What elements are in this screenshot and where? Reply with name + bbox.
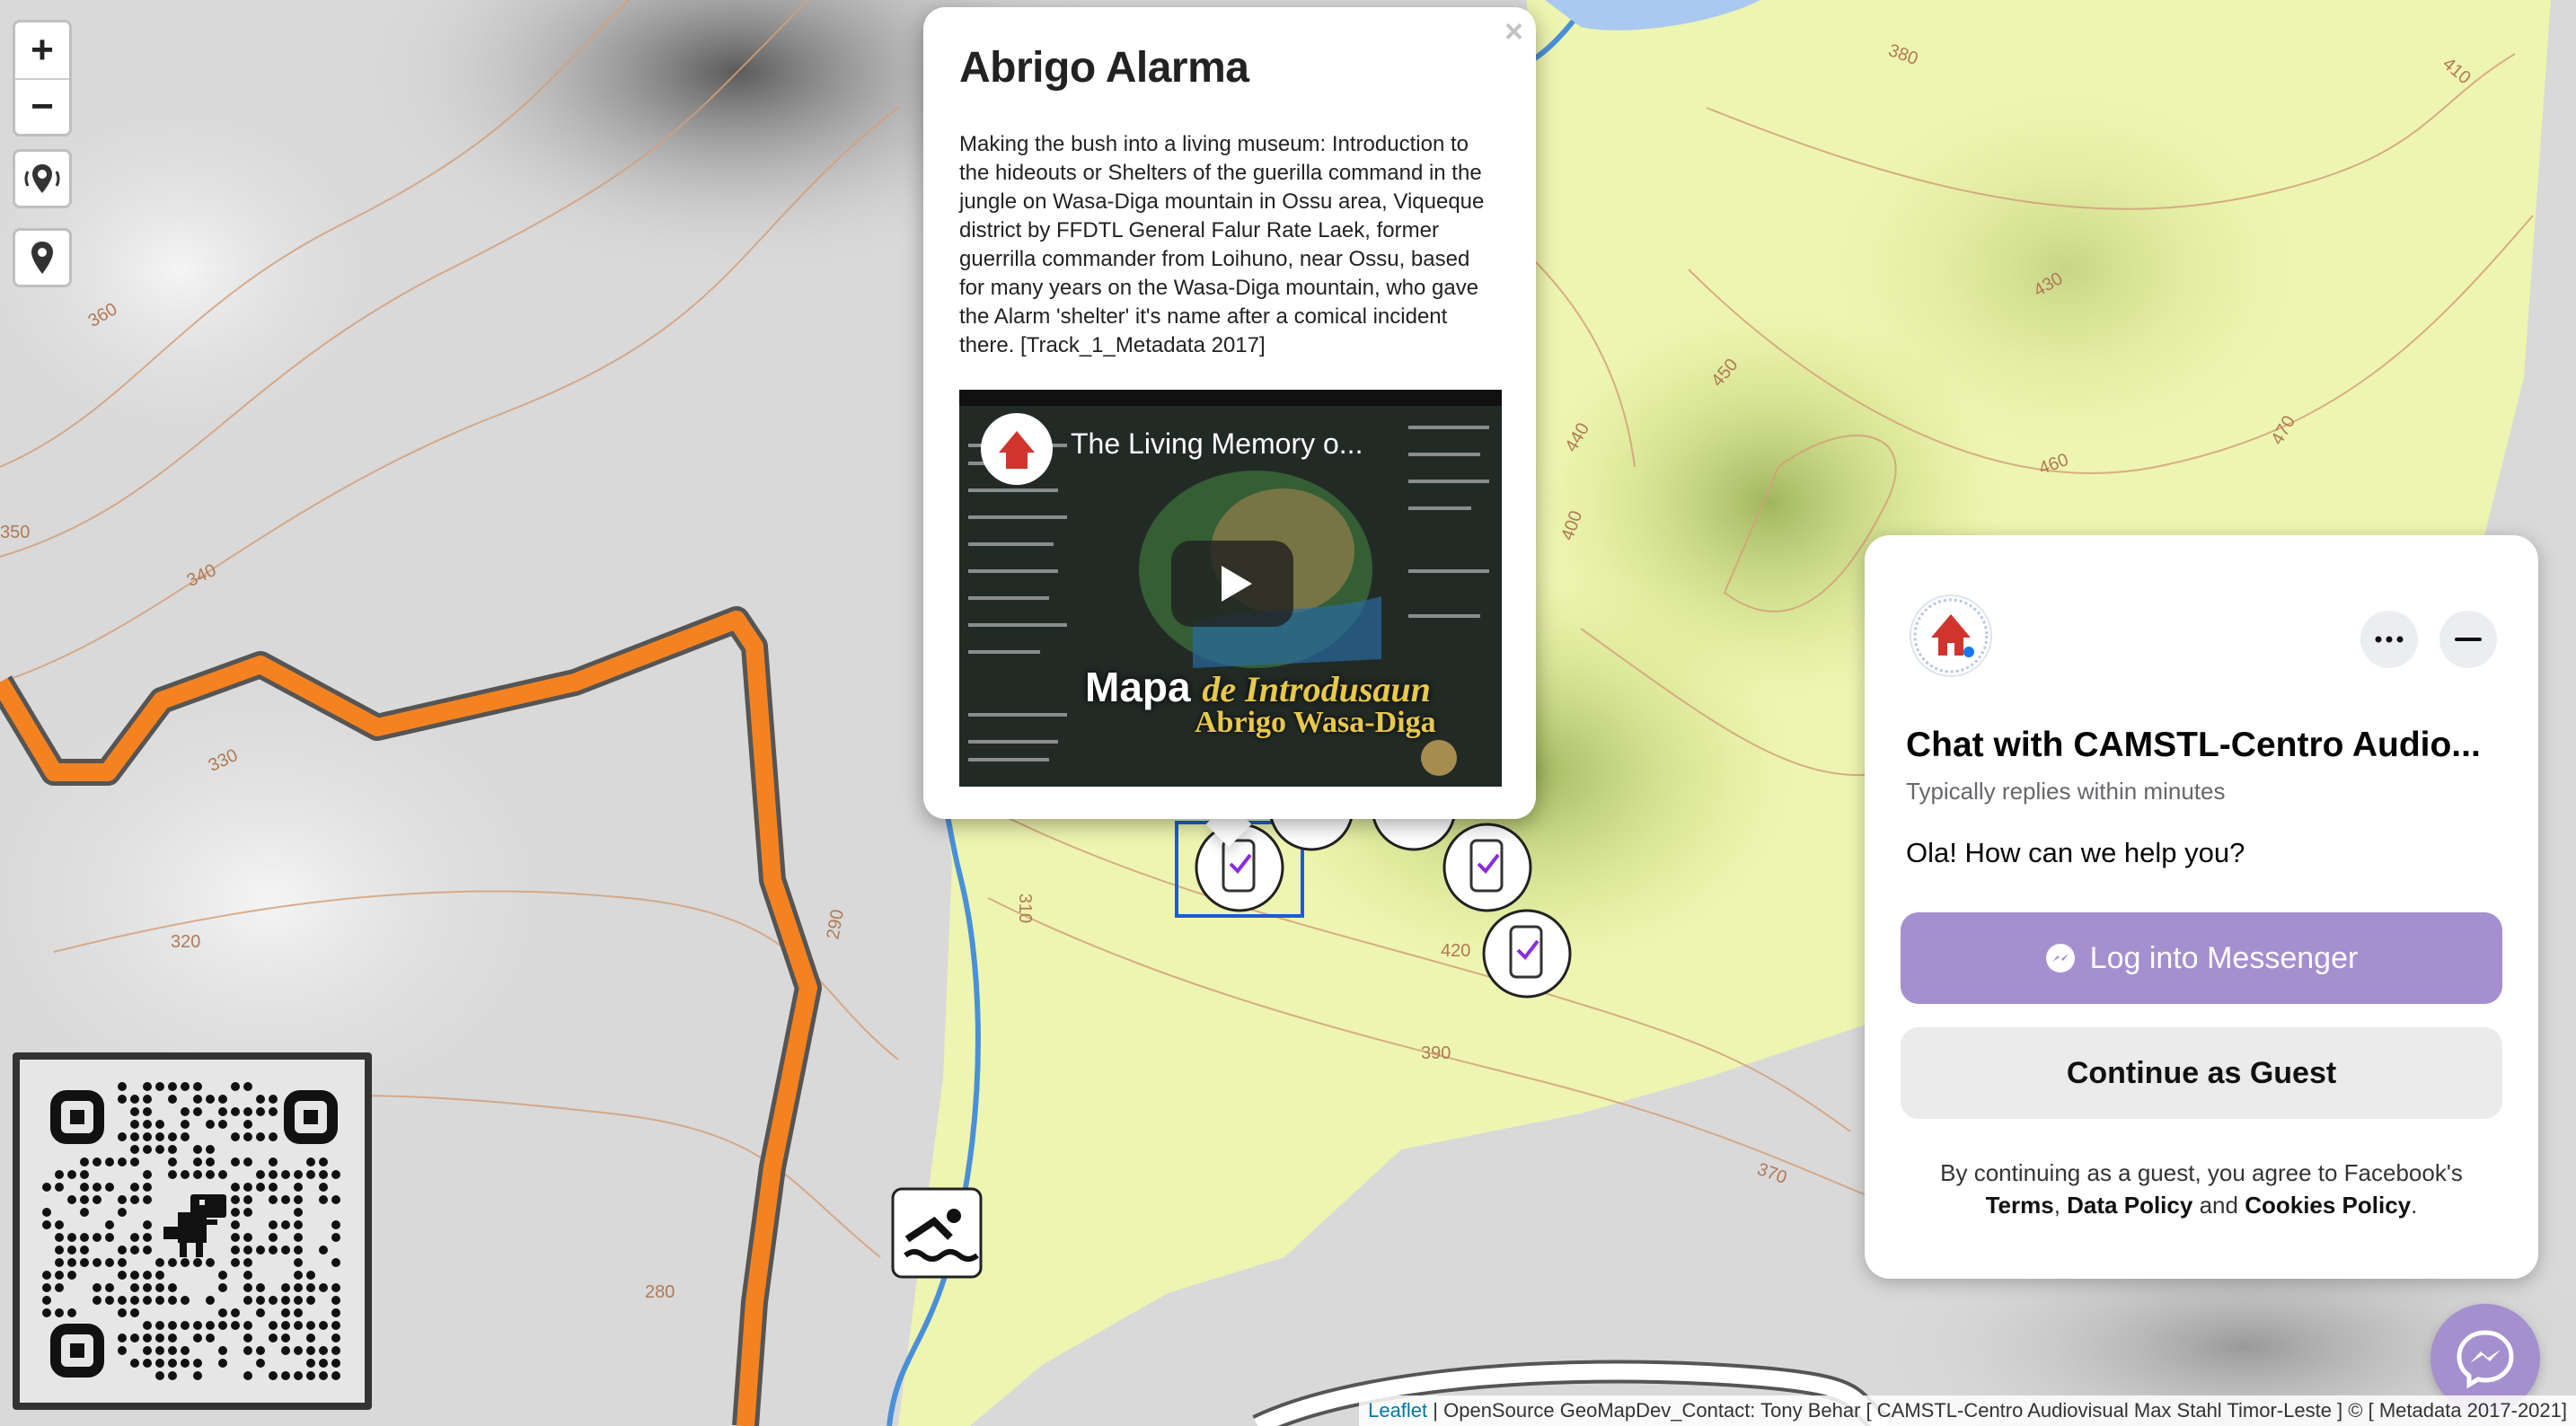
minimize-icon: [2455, 638, 2482, 641]
chat-title: Chat with CAMSTL-Centro Audio...: [1906, 726, 2481, 764]
play-icon[interactable]: [1171, 541, 1293, 627]
minimize-button[interactable]: [2439, 611, 2497, 668]
zoom-in-button[interactable]: +: [15, 22, 69, 78]
more-dots-icon: [2375, 636, 2404, 643]
data-policy-link[interactable]: Data Policy: [2067, 1192, 2192, 1219]
contour-label: 280: [645, 1282, 675, 1302]
marker-button[interactable]: [13, 228, 72, 287]
locate-button[interactable]: [13, 149, 72, 208]
qr-code-image: [20, 1060, 365, 1403]
log-into-messenger-button[interactable]: Log into Messenger: [1901, 912, 2502, 1004]
log-into-messenger-label: Log into Messenger: [2089, 940, 2359, 975]
contour-label: 320: [171, 932, 201, 952]
continue-as-guest-button[interactable]: Continue as Guest: [1901, 1027, 2502, 1119]
avatar: [1910, 594, 1992, 677]
location-broadcast-icon: [24, 164, 60, 193]
contour-label: 310: [1015, 893, 1036, 924]
chat-subtitle: Typically replies within minutes: [1906, 778, 2226, 805]
popup-close-button[interactable]: ×: [1504, 13, 1523, 50]
chat-greeting: Ola! How can we help you?: [1906, 837, 2245, 868]
leaflet-link[interactable]: Leaflet: [1368, 1399, 1427, 1422]
terms-link[interactable]: Terms: [1986, 1192, 2054, 1219]
info-popup: × Abrigo Alarma Making the bush into a l…: [923, 7, 1536, 819]
legal-notice: By continuing as a guest, you agree to F…: [1940, 1159, 2463, 1219]
cookies-policy-link[interactable]: Cookies Policy: [2245, 1192, 2411, 1219]
video-subcaption: Abrigo Wasa-Diga: [1195, 706, 1436, 739]
contour-label: 350: [0, 523, 31, 542]
messenger-icon: [2457, 1330, 2514, 1389]
map-pin-icon: [31, 242, 53, 274]
map-attribution: Leaflet | OpenSource GeoMapDev_Contact: …: [1359, 1395, 2576, 1426]
phone-checkmark-icon[interactable]: [1442, 823, 1532, 912]
contour-label: 390: [1421, 1043, 1451, 1063]
phone-checkmark-icon[interactable]: [1482, 909, 1572, 999]
swimming-icon[interactable]: [891, 1187, 983, 1279]
video-title: The Living Memory o...: [1071, 427, 1363, 460]
zoom-out-button[interactable]: −: [15, 78, 69, 134]
video-caption: Mapa de Introdusaun: [1085, 664, 1431, 710]
messenger-chat-widget: Chat with CAMSTL-Centro Audio... Typical…: [1865, 535, 2538, 1279]
zoom-control: + −: [13, 20, 72, 136]
messenger-icon: [2045, 944, 2075, 973]
attribution-text: OpenSource GeoMapDev_Contact: Tony Behar…: [1443, 1399, 2567, 1422]
more-options-button[interactable]: [2360, 611, 2418, 668]
popup-title: Abrigo Alarma: [959, 44, 1249, 92]
video-embed[interactable]: The Living Memory o... Mapa de Introdusa…: [959, 390, 1502, 787]
popup-description: Making the bush into a living museum: In…: [959, 132, 1485, 357]
qr-code: [13, 1052, 372, 1410]
contour-label: 420: [1441, 941, 1471, 961]
